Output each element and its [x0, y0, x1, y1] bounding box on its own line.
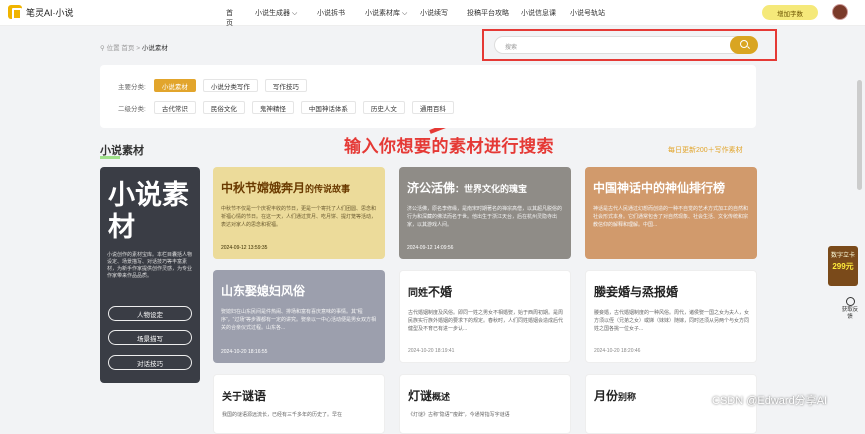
- nav-item-navigation[interactable]: 小说号轨站: [570, 8, 605, 18]
- material-card[interactable]: 关于谜语 我国的谜语源远流长，已经有三千多年的历史了。早在: [213, 374, 385, 434]
- tag-chinese-mythology[interactable]: 中国神话体系: [300, 101, 356, 114]
- scrollbar[interactable]: [857, 80, 862, 190]
- tag-folk-culture[interactable]: 民俗文化: [202, 101, 245, 114]
- location-pin-icon: ⚲: [100, 45, 105, 52]
- nav-item-continue-writing[interactable]: 小说续写: [420, 8, 448, 18]
- nav-item-generator[interactable]: 小说生成器 ⌵: [255, 8, 297, 18]
- material-card[interactable]: 媵妾婚与烝报婚 媵妾婚，古代婚姻制度的一种风俗。周代，诸侯娶一国之女为夫人，女方…: [585, 270, 757, 363]
- logo-icon: [8, 5, 22, 20]
- nav-item-book-breakdown[interactable]: 小说拆书: [317, 8, 345, 18]
- site-logo[interactable]: 笔灵AI·小说: [8, 5, 74, 20]
- secondary-category-row: 二级分类: 古代常识 民俗文化 鬼神精怪 中国神话体系 历史人文 通用百科: [118, 101, 461, 114]
- search-input[interactable]: 搜索: [494, 36, 756, 54]
- material-card[interactable]: 山东娶媳妇风俗 娶媳妇在山东民间是件热闹、排场和富有喜庆意味的事情。其“程序”，…: [213, 270, 385, 363]
- top-navigation-bar: 笔灵AI·小说 首页 小说生成器 ⌵ 小说拆书 小说素材库 ⌵ 小说续写 投稿平…: [0, 0, 865, 28]
- section-title: 小说素材: [100, 142, 144, 159]
- chevron-down-icon: ⌵: [401, 10, 408, 17]
- avatar[interactable]: [832, 4, 848, 20]
- category-filter-panel: 主要分类: 小说素材 小说分类写作 写作技巧 二级分类: 古代常识 民俗文化 鬼…: [100, 65, 756, 128]
- search-highlight-box: 搜索: [482, 29, 777, 61]
- material-card[interactable]: 中秋节嫦娥奔月的传说故事 中秋节不仅是一个庆祝丰收的节日，更是一个寄托了人们团圆…: [213, 167, 385, 259]
- daily-update-note: 每日更新200＋写作素材: [668, 147, 743, 154]
- nav-item-submission-guide[interactable]: 投稿平台攻略: [467, 8, 509, 18]
- side-promo-badge[interactable]: 数字立卡 299元: [828, 246, 858, 286]
- material-card[interactable]: 济公活佛：世界文化的瑰宝 济公活佛，原名李修缘，是南宋时期著名的禅宗高僧，以其超…: [399, 167, 571, 259]
- nav-item-home[interactable]: 首页: [226, 8, 233, 28]
- hero-title: 小说素材: [108, 180, 189, 242]
- character-setting-button[interactable]: 人物设定: [108, 306, 192, 321]
- annotation-text: 输入你想要的素材进行搜索: [344, 137, 554, 156]
- tag-category-writing[interactable]: 小说分类写作: [202, 79, 258, 92]
- headset-icon: [845, 297, 855, 306]
- logo-text: 笔灵AI·小说: [26, 7, 74, 18]
- watermark: CSDN @Edward分享AI: [712, 395, 828, 407]
- breadcrumb: ⚲ 位置 首页 > 小说素材: [100, 45, 168, 52]
- breadcrumb-current: 小说素材: [141, 45, 168, 52]
- hero-panel: 小说素材 小说创作的素材宝库。本栏目囊括人物设定、场景描写、对话技巧等丰富素材，…: [100, 167, 200, 383]
- breadcrumb-home-link[interactable]: 首页: [121, 45, 134, 52]
- tag-general-encyclopedia[interactable]: 通用百科: [411, 101, 454, 114]
- tag-ancient-knowledge[interactable]: 古代常识: [153, 101, 196, 114]
- add-word-count-button[interactable]: 增加字数: [762, 5, 818, 20]
- scene-description-button[interactable]: 场景描写: [108, 330, 192, 345]
- chevron-down-icon: ⌵: [291, 10, 298, 17]
- feedback-button[interactable]: 获取反馈: [841, 297, 859, 321]
- material-card[interactable]: 中国神话中的神仙排行榜 神话是古代人民通过幻想而创造的一种不自觉的艺术方式加工的…: [585, 167, 757, 259]
- search-button[interactable]: [730, 36, 758, 54]
- hero-description: 小说创作的素材宝库。本栏目囊括人物设定、场景描写、对话技巧等丰富素材，为新手作家…: [107, 252, 193, 279]
- tag-ghosts-spirits[interactable]: 鬼神精怪: [251, 101, 294, 114]
- primary-category-row: 主要分类: 小说素材 小说分类写作 写作技巧: [118, 79, 314, 92]
- tag-novel-material[interactable]: 小说素材: [153, 79, 196, 92]
- dialogue-tips-button[interactable]: 对话技巧: [108, 355, 192, 370]
- tag-writing-tips[interactable]: 写作技巧: [264, 79, 307, 92]
- nav-item-material-library[interactable]: 小说素材库 ⌵: [365, 8, 407, 18]
- tag-history-humanities[interactable]: 历史人文: [362, 101, 405, 114]
- material-card[interactable]: 同姓不婚 古代婚姻制度及风俗。即同一姓之男女不相婚娶，始于西周初期。是周民族实行…: [399, 270, 571, 363]
- nav-item-info-class[interactable]: 小说信息课: [521, 8, 556, 18]
- material-card[interactable]: 灯谜概述 《灯谜》古称“隐语”“廋辞”，今通常指写字谜语: [399, 374, 571, 434]
